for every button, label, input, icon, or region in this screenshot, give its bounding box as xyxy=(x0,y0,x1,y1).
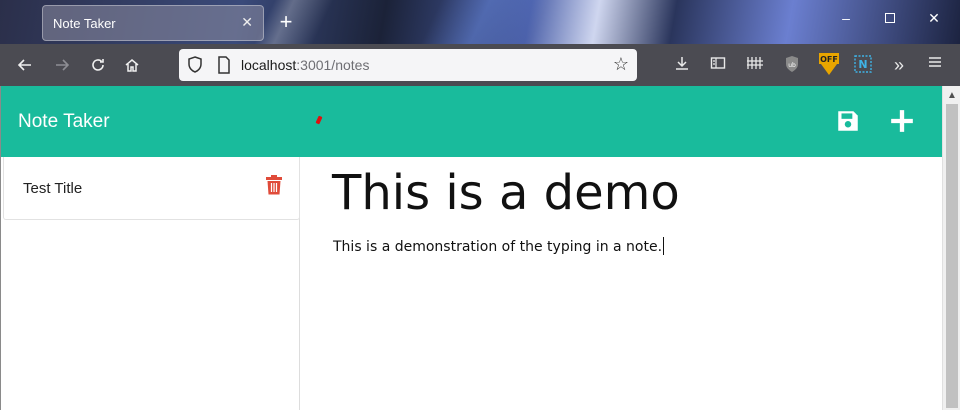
forward-button[interactable] xyxy=(50,53,74,77)
note-editor: This is a demo This is a demonstration o… xyxy=(301,157,942,410)
back-button[interactable] xyxy=(13,53,37,77)
reload-icon xyxy=(92,59,104,71)
extension-n-icon[interactable]: N xyxy=(853,55,873,75)
scroll-thumb[interactable] xyxy=(946,104,958,408)
reload-button[interactable] xyxy=(86,53,110,77)
tab-close-icon[interactable]: ✕ xyxy=(241,14,253,31)
extension-off-icon[interactable]: OFF xyxy=(818,52,840,76)
browser-toolbar: localhost:3001/notes ☆ ub OFF N » xyxy=(0,44,960,86)
url-host: localhost xyxy=(241,57,297,73)
overflow-icon[interactable]: » xyxy=(889,55,909,75)
page-info-icon xyxy=(218,56,230,74)
minimize-button[interactable]: – xyxy=(836,10,856,26)
tracking-shield-icon xyxy=(188,56,202,73)
address-bar[interactable]: localhost:3001/notes ☆ xyxy=(179,49,637,81)
library-icon[interactable] xyxy=(745,55,765,75)
reader-view-icon[interactable] xyxy=(708,55,728,75)
browser-titlebar: Note Taker ✕ + – ✕ xyxy=(0,0,960,44)
note-item-title: Test Title xyxy=(23,180,83,197)
bookmark-star-icon[interactable]: ☆ xyxy=(613,54,629,75)
url-path: :3001/notes xyxy=(296,57,370,73)
forward-arrow-icon xyxy=(56,59,70,71)
maximize-button[interactable] xyxy=(880,10,900,26)
note-body-text: This is a demonstration of the typing in… xyxy=(333,239,663,255)
app-title[interactable]: Note Taker xyxy=(18,111,110,133)
browser-tab[interactable]: Note Taker ✕ xyxy=(42,5,264,41)
tab-title: Note Taker xyxy=(53,15,116,31)
menu-icon[interactable] xyxy=(925,55,945,75)
home-icon xyxy=(125,59,139,72)
back-arrow-icon xyxy=(17,59,31,71)
home-button[interactable] xyxy=(120,53,144,77)
extension-off-label: OFF xyxy=(820,55,838,64)
save-icon xyxy=(838,111,858,131)
delete-note-button[interactable] xyxy=(265,175,283,195)
notes-list: Test Title xyxy=(1,157,300,410)
new-note-button[interactable] xyxy=(889,108,915,134)
url-text[interactable]: localhost:3001/notes xyxy=(241,57,369,73)
ublock-icon[interactable]: ub xyxy=(782,55,802,75)
scroll-up-icon[interactable]: ▲ xyxy=(947,90,957,101)
app-header: Note Taker xyxy=(1,86,942,157)
new-tab-button[interactable]: + xyxy=(276,8,296,36)
trash-icon xyxy=(266,175,282,195)
save-note-button[interactable] xyxy=(835,108,861,134)
text-caret xyxy=(663,237,665,255)
close-window-button[interactable]: ✕ xyxy=(924,10,944,27)
note-title-input[interactable]: This is a demo xyxy=(332,165,932,221)
cursor-mark xyxy=(315,115,323,125)
note-body-textarea[interactable]: This is a demonstration of the typing in… xyxy=(333,237,665,255)
list-item[interactable]: Test Title xyxy=(3,157,300,220)
scrollbar[interactable]: ▲ xyxy=(942,86,960,410)
maximize-icon xyxy=(885,13,895,23)
extension-n-label: N xyxy=(858,58,867,71)
plus-icon xyxy=(891,110,913,132)
download-icon[interactable] xyxy=(672,55,692,75)
svg-text:ub: ub xyxy=(788,62,796,69)
page-content: Note Taker Test Title This is a demo Thi… xyxy=(0,86,942,410)
